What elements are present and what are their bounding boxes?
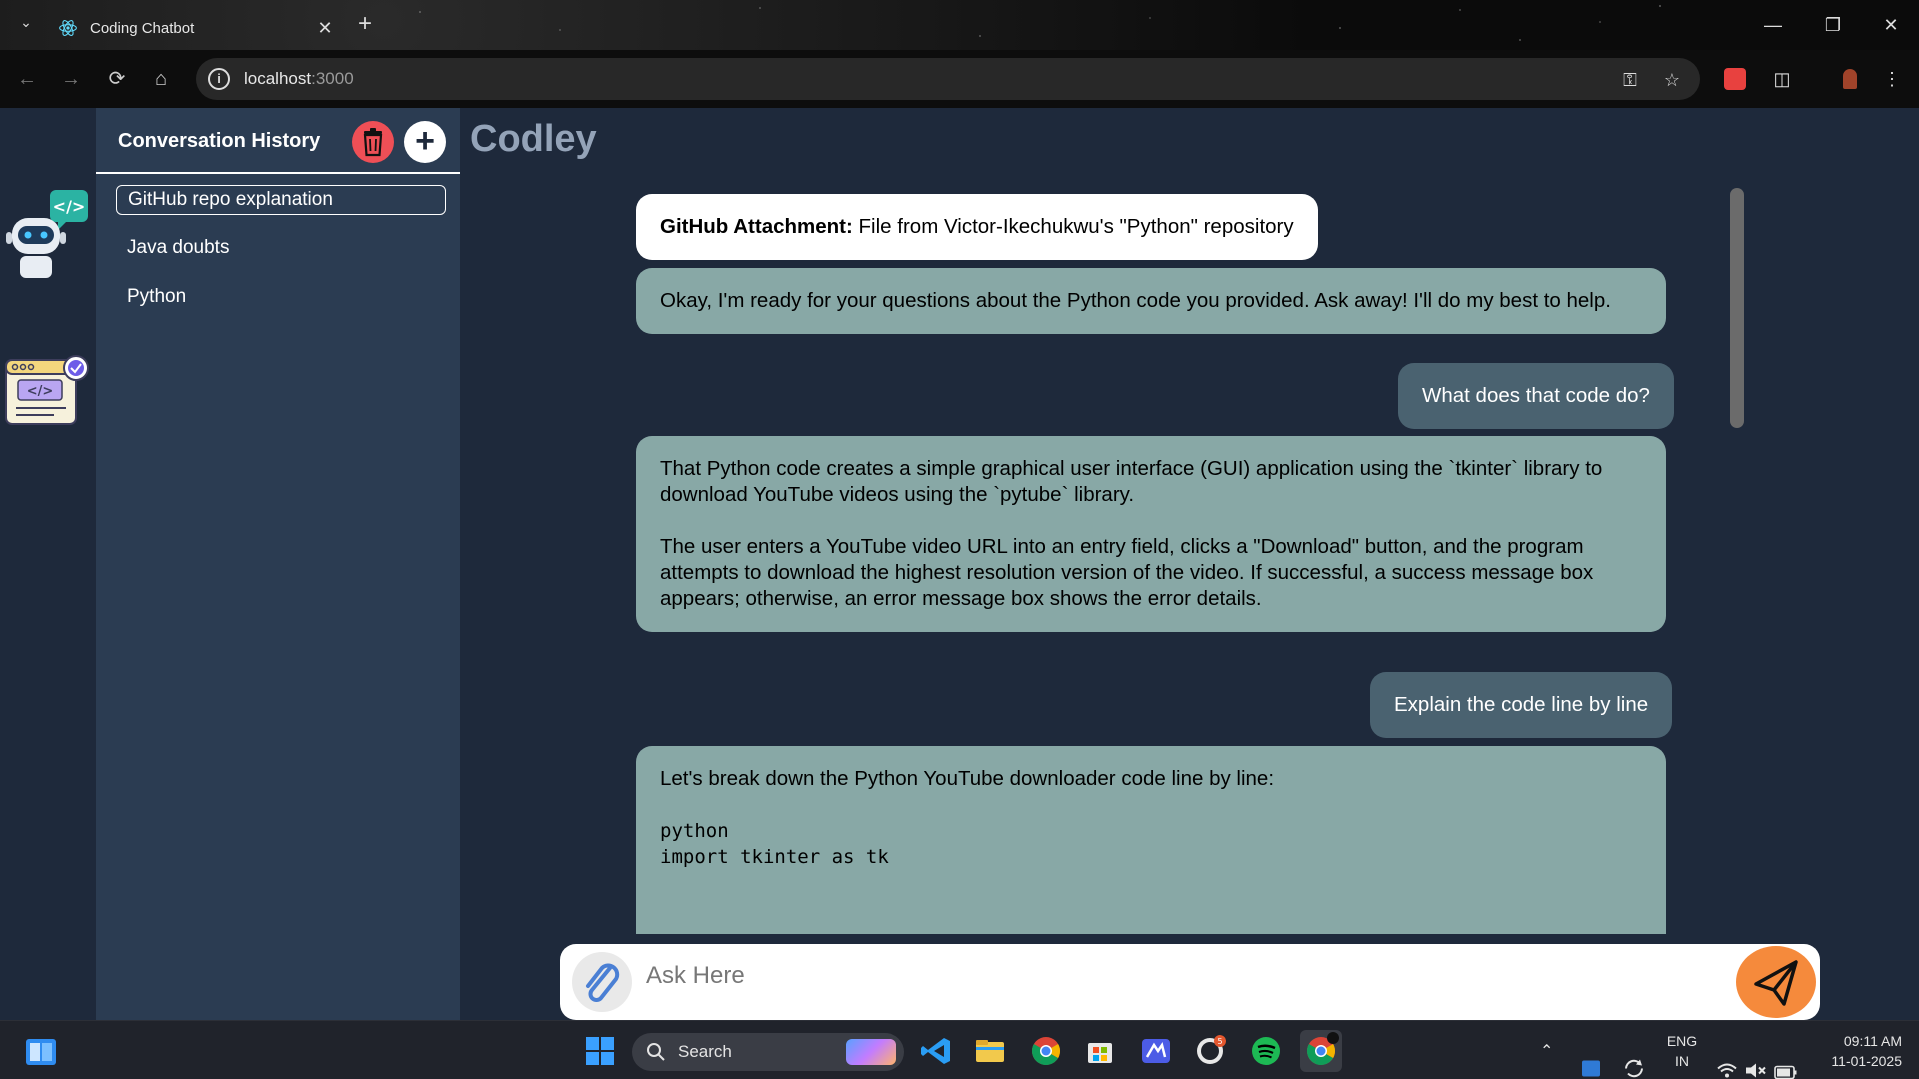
browser-titlebar: ⌄ Coding Chatbot ✕ + — ❐ ✕ [0,0,1919,50]
tab-title: Coding Chatbot [90,19,195,37]
microsoft-store-icon[interactable] [1084,1035,1116,1067]
svg-text:5: 5 [1217,1037,1222,1046]
restore-button[interactable]: ❐ [1818,10,1848,40]
tray-app-icon[interactable] [1580,1039,1602,1079]
attachment-message: GitHub Attachment: File from Victor-Ikec… [636,194,1318,260]
delete-history-button[interactable] [352,121,394,163]
reload-icon[interactable]: ⟳ [102,64,132,94]
close-window-button[interactable]: ✕ [1876,10,1906,40]
windows-start-icon[interactable] [584,1035,616,1067]
user-message-text: What does that code do? [1422,384,1650,407]
bookmark-star-icon[interactable]: ☆ [1660,68,1684,92]
bot-message: That Python code creates a simple graphi… [636,436,1666,632]
attachment-label: GitHub Attachment: [660,215,853,238]
react-icon [59,20,77,36]
battery-icon[interactable] [1774,1043,1798,1079]
chrome-profile-icon [1307,1032,1339,1065]
left-rail: </> </> [0,108,96,1020]
vscode-icon[interactable] [920,1035,952,1067]
url-text: localhost:3000 [244,69,354,88]
code-line: python [660,820,729,842]
bot-message: Okay, I'm ready for your questions about… [636,268,1666,334]
app-root: </> </> Conversation History + GitHub re… [0,108,1919,1020]
tray-expand-chevron-icon[interactable]: ⌃ [1540,1041,1553,1079]
taskbar-clock[interactable]: 09:11 AM 11-01-2025 [1812,1031,1902,1071]
plus-icon: + [415,122,435,160]
sidebar-header: Conversation History + [96,108,460,174]
browser-toolbar: ← → ⟳ ⌂ i localhost:3000 ⚿ ☆ ◫ ⋮ [0,50,1919,108]
composer-bar [560,944,1820,1020]
bot-message-text: Let's break down the Python YouTube down… [660,767,1275,790]
search-highlight-image [846,1039,896,1065]
password-key-icon[interactable]: ⚿ [1618,68,1642,92]
browser-tab[interactable]: Coding Chatbot ✕ [44,6,336,50]
wifi-icon[interactable] [1716,1041,1738,1079]
sync-icon[interactable] [1622,1039,1646,1079]
windows-taskbar: Search 5 ⌃ ENG IN 09:11 AM 11-01-2025 [0,1020,1919,1079]
sidebar-item-java-doubts[interactable]: Java doubts [116,234,446,264]
attachment-text: File from Victor-Ikechukwu's "Python" re… [852,215,1294,238]
robot-chatbot-icon[interactable]: </> [6,190,90,280]
chat-scrollbar[interactable] [1730,188,1744,428]
site-info-icon[interactable]: i [208,68,230,90]
sidebar-title: Conversation History [118,130,321,152]
github-desktop-icon[interactable]: 5 [1194,1035,1226,1067]
app-icon[interactable] [1140,1035,1172,1067]
user-message-text: Explain the code line by line [1394,693,1649,716]
search-label: Search [678,1042,732,1061]
forward-arrow-icon[interactable]: → [56,64,86,94]
tab-close-icon[interactable]: ✕ [314,18,336,39]
bot-message-text: That Python code creates a simple graphi… [660,457,1603,506]
chat-messages: GitHub Attachment: File from Victor-Ikec… [460,178,1740,934]
bot-message: Let's break down the Python YouTube down… [636,746,1666,934]
ask-input[interactable] [646,956,1696,996]
spotify-icon[interactable] [1250,1035,1282,1067]
conversation-sidebar: Conversation History + GitHub repo expla… [96,108,460,1020]
file-explorer-icon[interactable] [974,1035,1006,1067]
user-message: What does that code do? [1398,363,1674,429]
new-conversation-button[interactable]: + [404,121,446,163]
chat-title: Codley [470,118,597,160]
extension-red-icon[interactable] [1724,68,1748,92]
send-paper-plane-icon [1754,960,1798,1006]
profile-avatar[interactable] [1838,67,1862,91]
sidebar-item-github-repo[interactable]: GitHub repo explanation [116,185,446,215]
paperclip-icon [586,963,620,1002]
bot-message-text: Okay, I'm ready for your questions about… [660,289,1611,312]
home-icon[interactable]: ⌂ [146,64,176,94]
chrome-active-button[interactable] [1300,1030,1342,1072]
language-indicator[interactable]: ENG IN [1662,1031,1702,1071]
svg-text:</>: </> [27,384,54,399]
svg-text:</>: </> [53,197,86,216]
widgets-icon[interactable] [26,1039,56,1065]
minimize-button[interactable]: — [1758,10,1788,40]
send-button[interactable] [1736,946,1816,1018]
code-line: import tkinter as tk [660,846,889,868]
bot-message-text: The user enters a YouTube video URL into… [660,535,1594,610]
browser-menu-icon[interactable]: ⋮ [1880,67,1904,91]
tab-search-chevron-icon[interactable]: ⌄ [16,14,36,34]
taskbar-search[interactable]: Search [632,1033,904,1071]
search-icon [647,1043,665,1061]
volume-muted-icon[interactable] [1744,1041,1768,1079]
new-tab-button[interactable]: + [352,10,378,38]
trash-icon [363,128,383,157]
user-message: Explain the code line by line [1370,672,1673,738]
chrome-icon[interactable] [1030,1035,1062,1067]
back-arrow-icon[interactable]: ← [12,64,42,94]
attach-button[interactable] [572,952,632,1012]
extensions-puzzle-icon[interactable]: ◫ [1770,67,1794,91]
code-review-icon[interactable]: </> [4,354,92,434]
address-bar[interactable]: i localhost:3000 ⚿ ☆ [196,58,1700,100]
sidebar-item-python[interactable]: Python [116,283,446,313]
